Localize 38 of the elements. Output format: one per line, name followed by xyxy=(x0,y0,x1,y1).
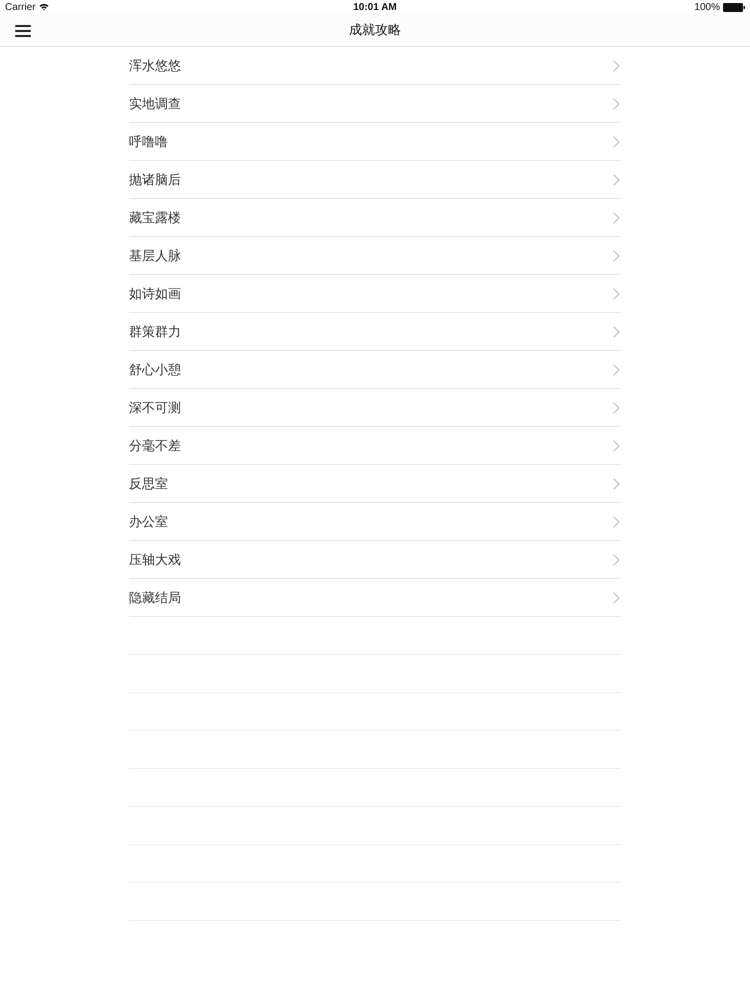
list-item[interactable]: 实地调查 xyxy=(129,85,621,123)
list-item[interactable]: 浑水悠悠 xyxy=(129,47,621,85)
list-item[interactable]: 隐藏结局 xyxy=(129,579,621,617)
chevron-icon xyxy=(613,440,620,452)
list-item[interactable]: 舒心小憩 xyxy=(129,351,621,389)
chevron-icon xyxy=(613,402,620,414)
chevron-icon xyxy=(613,212,620,224)
chevron-icon xyxy=(613,174,620,186)
chevron-icon xyxy=(613,136,620,148)
battery-percentage: 100% xyxy=(694,0,720,14)
list-item[interactable]: 藏宝露楼 xyxy=(129,199,621,237)
list-item[interactable]: 群策群力 xyxy=(129,313,621,351)
status-time: 10:01 AM xyxy=(353,0,397,14)
list-item[interactable]: 分毫不差 xyxy=(129,427,621,465)
chevron-icon xyxy=(613,364,620,376)
menu-button[interactable] xyxy=(12,22,34,40)
chevron-icon xyxy=(613,288,620,300)
page-title: 成就攻略 xyxy=(349,21,401,40)
battery-icon xyxy=(722,2,745,12)
list-item[interactable]: 抛诸脑后 xyxy=(129,161,621,199)
chevron-icon xyxy=(613,98,620,110)
list-item[interactable]: 呼噜噜 xyxy=(129,123,621,161)
list-item[interactable]: 如诗如画 xyxy=(129,275,621,313)
wifi-icon xyxy=(38,3,49,11)
list-item[interactable]: 办公室 xyxy=(129,503,621,541)
chevron-icon xyxy=(613,516,620,528)
chevron-icon xyxy=(613,554,620,566)
chevron-icon xyxy=(613,60,620,72)
carrier-name: Carrier xyxy=(5,0,36,14)
menu-icon xyxy=(15,25,31,37)
list-item[interactable]: 基层人脉 xyxy=(129,237,621,275)
chevron-icon xyxy=(613,326,620,338)
chevron-icon xyxy=(613,250,620,262)
list-item[interactable]: 压轴大戏 xyxy=(129,541,621,579)
chevron-icon xyxy=(613,478,620,490)
list-item[interactable]: 深不可测 xyxy=(129,389,621,427)
list-item[interactable]: 反思室 xyxy=(129,465,621,503)
chevron-icon xyxy=(613,592,620,604)
